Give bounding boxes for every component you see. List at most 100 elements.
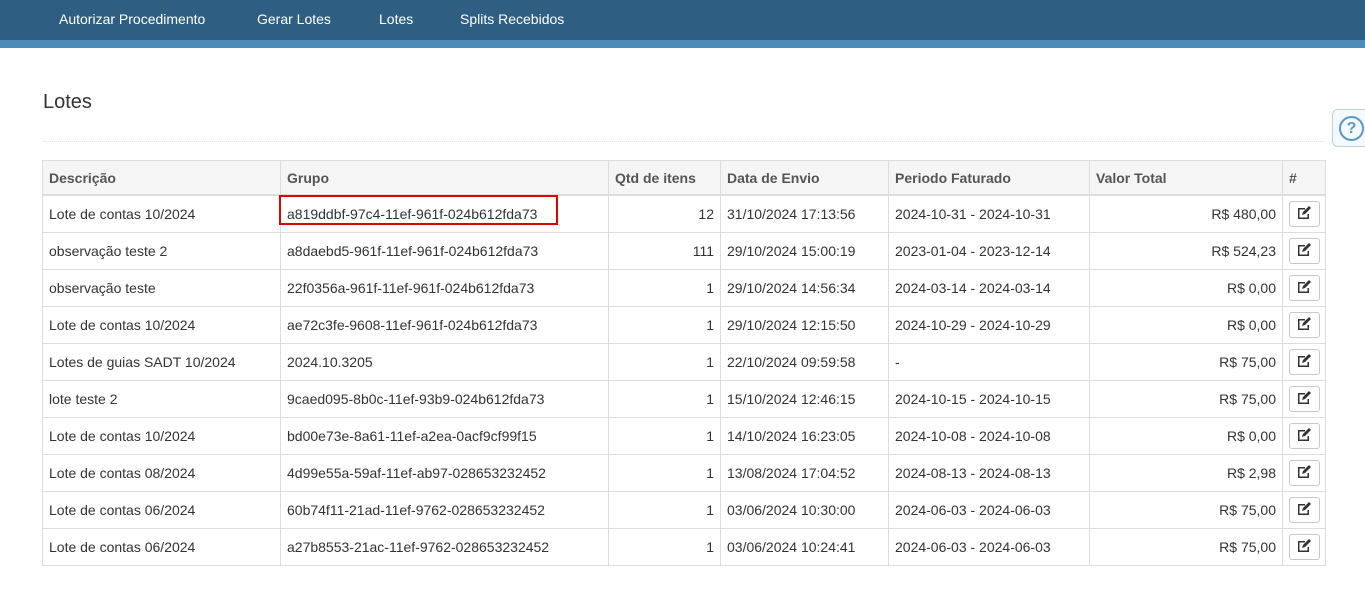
table-row: Lote de contas 06/2024 60b74f11-21ad-11ef…: [42, 491, 1326, 529]
edit-button[interactable]: [1289, 534, 1320, 560]
edit-icon: [1298, 539, 1311, 552]
cell-valor-total: R$ 0,00: [1089, 417, 1283, 455]
nav-item-gerar-lotes[interactable]: Gerar Lotes: [257, 0, 331, 40]
nav-item-autorizar-procedimento[interactable]: Autorizar Procedimento: [59, 0, 205, 40]
cell-data-envio: 15/10/2024 12:46:15: [720, 380, 889, 418]
edit-button[interactable]: [1289, 423, 1320, 449]
table-row: Lote de contas 10/2024 a819ddbf-97c4-11ef…: [42, 194, 1326, 233]
cell-actions: [1282, 417, 1326, 455]
table-row: Lotes de guias SADT 10/2024 2024.10.3205 1…: [42, 343, 1326, 381]
cell-grupo: 9caed095-8b0c-11ef-93b9-024b612fda73: [280, 380, 609, 418]
table-row: Lote de contas 08/2024 4d99e55a-59af-11ef…: [42, 454, 1326, 492]
cell-periodo-faturado: 2023-01-04 - 2023-12-14: [888, 232, 1090, 270]
edit-icon: [1298, 465, 1311, 478]
cell-grupo: a27b8553-21ac-11ef-9762-028653232452: [280, 528, 609, 566]
cell-valor-total: R$ 0,00: [1089, 306, 1283, 344]
cell-data-envio: 13/08/2024 17:04:52: [720, 454, 889, 492]
cell-grupo: a8daebd5-961f-11ef-961f-024b612fda73: [280, 232, 609, 270]
cell-valor-total: R$ 2,98: [1089, 454, 1283, 492]
cell-valor-total: R$ 75,00: [1089, 528, 1283, 566]
edit-button[interactable]: [1289, 349, 1320, 375]
cell-descricao: Lote de contas 06/2024: [42, 491, 281, 529]
header-actions: #: [1282, 160, 1326, 196]
cell-grupo: 22f0356a-961f-11ef-961f-024b612fda73: [280, 269, 609, 307]
cell-qtd-itens: 1: [608, 269, 721, 307]
cell-descricao: observação teste 2: [42, 232, 281, 270]
cell-descricao: lote teste 2: [42, 380, 281, 418]
header-qtd-itens[interactable]: Qtd de itens: [608, 160, 721, 196]
cell-data-envio: 03/06/2024 10:30:00: [720, 491, 889, 529]
cell-descricao: Lote de contas 10/2024: [42, 194, 281, 233]
cell-valor-total: R$ 75,00: [1089, 343, 1283, 381]
cell-descricao: Lote de contas 10/2024: [42, 306, 281, 344]
cell-actions: [1282, 343, 1326, 381]
cell-valor-total: R$ 75,00: [1089, 380, 1283, 418]
edit-icon: [1298, 280, 1311, 293]
cell-qtd-itens: 1: [608, 528, 721, 566]
header-descricao[interactable]: Descrição: [42, 160, 281, 196]
header-data-envio[interactable]: Data de Envio: [720, 160, 889, 196]
help-button[interactable]: ?: [1332, 109, 1365, 147]
cell-qtd-itens: 1: [608, 491, 721, 529]
cell-actions: [1282, 194, 1326, 233]
cell-periodo-faturado: 2024-06-03 - 2024-06-03: [888, 491, 1090, 529]
edit-button[interactable]: [1289, 201, 1320, 227]
edit-button[interactable]: [1289, 460, 1320, 486]
nav-item-lotes[interactable]: Lotes: [379, 0, 413, 40]
edit-icon: [1298, 206, 1311, 219]
cell-qtd-itens: 12: [608, 194, 721, 233]
header-grupo[interactable]: Grupo: [280, 160, 609, 196]
cell-valor-total: R$ 0,00: [1089, 269, 1283, 307]
cell-actions: [1282, 380, 1326, 418]
edit-icon: [1298, 391, 1311, 404]
cell-data-envio: 03/06/2024 10:24:41: [720, 528, 889, 566]
table-row: Lote de contas 10/2024 ae72c3fe-9608-11ef…: [42, 306, 1326, 344]
table-row: Lote de contas 10/2024 bd00e73e-8a61-11ef…: [42, 417, 1326, 455]
cell-actions: [1282, 528, 1326, 566]
cell-valor-total: R$ 75,00: [1089, 491, 1283, 529]
cell-valor-total: R$ 480,00: [1089, 194, 1283, 233]
nav-item-splits-recebidos[interactable]: Splits Recebidos: [460, 0, 564, 40]
cell-grupo: 60b74f11-21ad-11ef-9762-028653232452: [280, 491, 609, 529]
cell-data-envio: 31/10/2024 17:13:56: [720, 194, 889, 233]
cell-grupo: a819ddbf-97c4-11ef-961f-024b612fda73: [280, 194, 609, 233]
cell-data-envio: 14/10/2024 16:23:05: [720, 417, 889, 455]
edit-icon: [1298, 243, 1311, 256]
cell-data-envio: 29/10/2024 15:00:19: [720, 232, 889, 270]
cell-grupo: 4d99e55a-59af-11ef-ab97-028653232452: [280, 454, 609, 492]
title-divider: [43, 141, 1325, 142]
cell-qtd-itens: 1: [608, 380, 721, 418]
edit-icon: [1298, 428, 1311, 441]
edit-button[interactable]: [1289, 275, 1320, 301]
cell-periodo-faturado: 2024-08-13 - 2024-08-13: [888, 454, 1090, 492]
cell-qtd-itens: 1: [608, 306, 721, 344]
cell-periodo-faturado: 2024-10-15 - 2024-10-15: [888, 380, 1090, 418]
edit-icon: [1298, 502, 1311, 515]
header-valor-total[interactable]: Valor Total: [1089, 160, 1283, 196]
cell-valor-total: R$ 524,23: [1089, 232, 1283, 270]
cell-data-envio: 22/10/2024 09:59:58: [720, 343, 889, 381]
cell-data-envio: 29/10/2024 14:56:34: [720, 269, 889, 307]
cell-qtd-itens: 1: [608, 417, 721, 455]
cell-grupo: ae72c3fe-9608-11ef-961f-024b612fda73: [280, 306, 609, 344]
cell-periodo-faturado: 2024-10-31 - 2024-10-31: [888, 194, 1090, 233]
cell-periodo-faturado: 2024-10-08 - 2024-10-08: [888, 417, 1090, 455]
cell-data-envio: 29/10/2024 12:15:50: [720, 306, 889, 344]
edit-button[interactable]: [1289, 238, 1320, 264]
table-row: observação teste 2 a8daebd5-961f-11ef-961…: [42, 232, 1326, 270]
cell-qtd-itens: 1: [608, 343, 721, 381]
table-header-row: Descrição Grupo Qtd de itens Data de Env…: [42, 160, 1326, 196]
edit-icon: [1298, 317, 1311, 330]
cell-qtd-itens: 1: [608, 454, 721, 492]
cell-actions: [1282, 306, 1326, 344]
header-periodo-faturado[interactable]: Periodo Faturado: [888, 160, 1090, 196]
edit-button[interactable]: [1289, 386, 1320, 412]
cell-actions: [1282, 491, 1326, 529]
cell-descricao: observação teste: [42, 269, 281, 307]
cell-periodo-faturado: 2024-06-03 - 2024-06-03: [888, 528, 1090, 566]
cell-descricao: Lote de contas 10/2024: [42, 417, 281, 455]
cell-grupo: bd00e73e-8a61-11ef-a2ea-0acf9cf99f15: [280, 417, 609, 455]
edit-button[interactable]: [1289, 497, 1320, 523]
table-row: lote teste 2 9caed095-8b0c-11ef-93b9-024b…: [42, 380, 1326, 418]
edit-button[interactable]: [1289, 312, 1320, 338]
